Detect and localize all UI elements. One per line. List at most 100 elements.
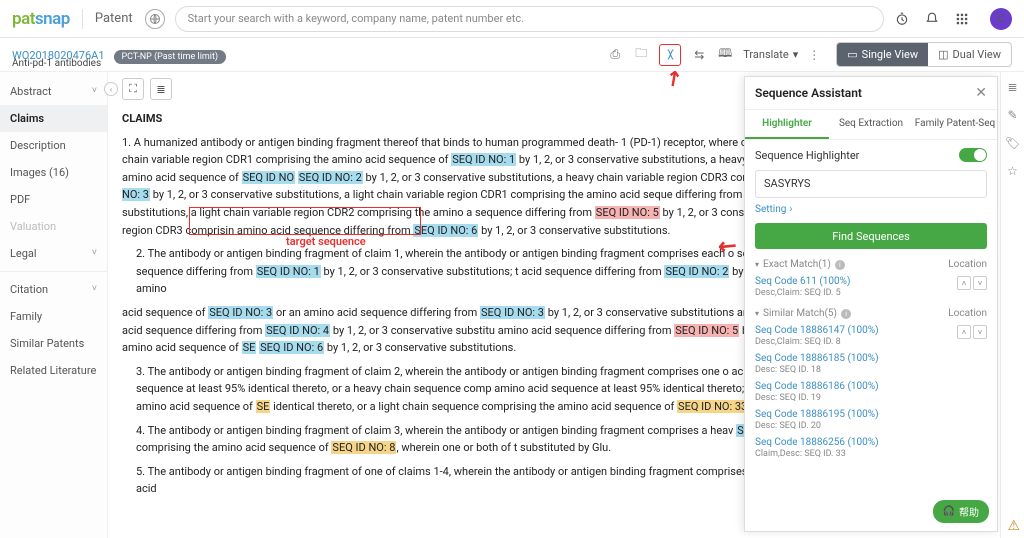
section-label[interactable]: Patent	[95, 11, 133, 26]
match-desc: Desc: SEQ ID. 19	[755, 393, 987, 403]
single-view-button[interactable]: ▭ Single View	[837, 43, 928, 66]
next-location-button[interactable]: ˅	[973, 276, 987, 290]
right-rail: ≣ ✎ 🏷 ☆	[1000, 72, 1024, 538]
panel-header: Sequence Assistant ✕	[745, 77, 997, 110]
sidebar-item-family[interactable]: Family	[0, 303, 107, 330]
bell-icon[interactable]	[924, 11, 940, 27]
translate-label: Translate	[743, 48, 789, 61]
setting-label: Setting	[755, 204, 786, 215]
view-toggle: ▭ Single View ◫ Dual View	[836, 42, 1012, 67]
sidebar-item-related-lit[interactable]: Related Literature	[0, 357, 107, 384]
exact-match-label: Exact Match(1)	[763, 259, 831, 270]
chevron-down-icon: ˅	[92, 247, 97, 258]
prev-location-button[interactable]: ˄	[957, 276, 971, 290]
prev-location-button[interactable]: ˄	[957, 325, 971, 339]
sequence-highlighter-label: Sequence Highlighter	[755, 149, 859, 162]
fullscreen-button[interactable]: ⛶	[122, 78, 144, 100]
sidebar-item-abstract[interactable]: Abstract˅	[0, 78, 107, 105]
tab-family-patent-seq[interactable]: Family Patent-Seq	[913, 110, 997, 139]
highlighter-icon[interactable]: ✎	[1006, 108, 1020, 122]
patent-title: Anti-pd-1 antibodies	[12, 58, 101, 69]
left-sidebar: ‹ Abstract˅ Claims Description Images (1…	[0, 72, 108, 538]
list-view-button[interactable]: ≣	[150, 78, 172, 100]
match-code: Seq Code 18886185 (100%)	[755, 353, 987, 364]
folder-icon[interactable]: 🗀	[633, 47, 649, 63]
location-label: Location	[948, 259, 987, 270]
find-sequences-button[interactable]: Find Sequences	[755, 223, 987, 249]
similar-match-item[interactable]: Seq Code 18886256 (100%) Claim,Desc: SEQ…	[755, 437, 987, 459]
single-view-icon: ▭	[847, 48, 857, 61]
tab-highlighter[interactable]: Highlighter	[745, 110, 829, 139]
sidebar-item-images[interactable]: Images (16)	[0, 159, 107, 186]
dual-view-label: Dual View	[953, 48, 1001, 61]
sidebar-item-citation[interactable]: Citation˅	[0, 276, 107, 303]
sidebar-divider	[0, 271, 107, 272]
dual-view-icon: ◫	[938, 48, 948, 61]
next-location-button[interactable]: ˅	[973, 325, 987, 339]
match-code: Seq Code 18886147 (100%)	[755, 325, 879, 336]
brand-part2: snap	[35, 9, 70, 29]
tab-seq-extraction[interactable]: Seq Extraction	[829, 110, 913, 139]
setting-link[interactable]: Setting ›	[755, 204, 792, 215]
list-icon[interactable]: ≣	[1006, 80, 1020, 94]
close-icon[interactable]: ✕	[975, 85, 987, 101]
match-code: Seq Code 611 (100%)	[755, 276, 850, 287]
sidebar-item-description[interactable]: Description	[0, 132, 107, 159]
search-input[interactable]: Start your search with a keyword, compan…	[175, 6, 884, 32]
globe-icon[interactable]	[145, 9, 165, 29]
stopwatch-icon[interactable]	[894, 11, 910, 27]
sidebar-item-similar[interactable]: Similar Patents	[0, 330, 107, 357]
divider	[82, 9, 83, 29]
similar-match-item[interactable]: Seq Code 18886195 (100%) Desc: SEQ ID. 2…	[755, 409, 987, 431]
info-icon[interactable]: i	[841, 309, 851, 319]
match-code: Seq Code 18886186 (100%)	[755, 381, 987, 392]
sequence-assistant-button[interactable]	[659, 44, 681, 66]
location-nav: ˄ ˅	[957, 325, 987, 339]
brand-logo[interactable]: patsnap	[12, 9, 70, 29]
chevron-down-icon: ˅	[92, 283, 97, 294]
compare-icon[interactable]: ⇆	[691, 47, 707, 63]
location-label: Location	[948, 308, 987, 319]
avatar-initial: C	[993, 11, 1009, 27]
exact-match-item[interactable]: Seq Code 611 (100%) Desc,Claim: SEQ ID. …	[755, 276, 850, 298]
similar-match-item[interactable]: Seq Code 18886186 (100%) Desc: SEQ ID. 1…	[755, 381, 987, 403]
collapse-icon: ▾	[755, 309, 759, 318]
chevron-right-icon: ›	[789, 204, 792, 215]
tag-icon[interactable]: 🏷	[1006, 136, 1020, 150]
match-desc: Desc,Claim: SEQ ID. 5	[755, 288, 850, 298]
help-button[interactable]: 🎧 帮助	[933, 500, 989, 523]
search-placeholder: Start your search with a keyword, compan…	[188, 12, 524, 25]
find-sequences-label: Find Sequences	[832, 230, 910, 243]
translate-button[interactable]: Translate ▾	[743, 48, 798, 61]
panel-body: Sequence Highlighter SASYRYS Setting › F…	[745, 140, 997, 531]
warning-icon[interactable]: ⚠	[1007, 518, 1020, 534]
exact-match-header[interactable]: ▾Exact Match(1) i Location	[755, 259, 987, 270]
similar-match-item[interactable]: Seq Code 18886147 (100%) Desc,Claim: SEQ…	[755, 325, 879, 347]
more-menu[interactable]: ⋮	[808, 48, 820, 62]
top-right-icons: C	[894, 8, 1012, 30]
panel-title: Sequence Assistant	[755, 86, 862, 100]
match-desc: Claim,Desc: SEQ ID. 33	[755, 449, 987, 459]
similar-match-item[interactable]: Seq Code 18886185 (100%) Desc: SEQ ID. 1…	[755, 353, 987, 375]
highlighter-toggle[interactable]	[959, 148, 987, 162]
brand-part1: pat	[12, 9, 35, 29]
help-icon: 🎧	[943, 506, 955, 517]
panel-tabs: Highlighter Seq Extraction Family Patent…	[745, 110, 997, 140]
sidebar-item-claims[interactable]: Claims	[0, 105, 107, 132]
sequence-input-value: SASYRYS	[764, 177, 810, 190]
grid-icon[interactable]	[954, 11, 970, 27]
sidebar-item-pdf[interactable]: PDF	[0, 186, 107, 213]
download-pdf-icon[interactable]: ⎙	[607, 47, 623, 63]
sidebar-item-valuation[interactable]: Valuation	[0, 213, 107, 240]
info-icon[interactable]: i	[835, 260, 845, 270]
match-desc: Desc,Claim: SEQ ID. 8	[755, 337, 879, 347]
book-icon[interactable]: 🕮	[717, 47, 733, 63]
star-icon[interactable]: ☆	[1006, 164, 1020, 178]
top-bar: patsnap Patent Start your search with a …	[0, 0, 1024, 38]
help-label: 帮助	[959, 504, 979, 519]
sequence-input[interactable]: SASYRYS	[755, 170, 987, 198]
avatar[interactable]: C	[990, 8, 1012, 30]
sidebar-item-legal[interactable]: Legal˅	[0, 240, 107, 267]
dual-view-button[interactable]: ◫ Dual View	[928, 43, 1011, 66]
similar-match-header[interactable]: ▾Similar Match(5) i Location	[755, 308, 987, 319]
